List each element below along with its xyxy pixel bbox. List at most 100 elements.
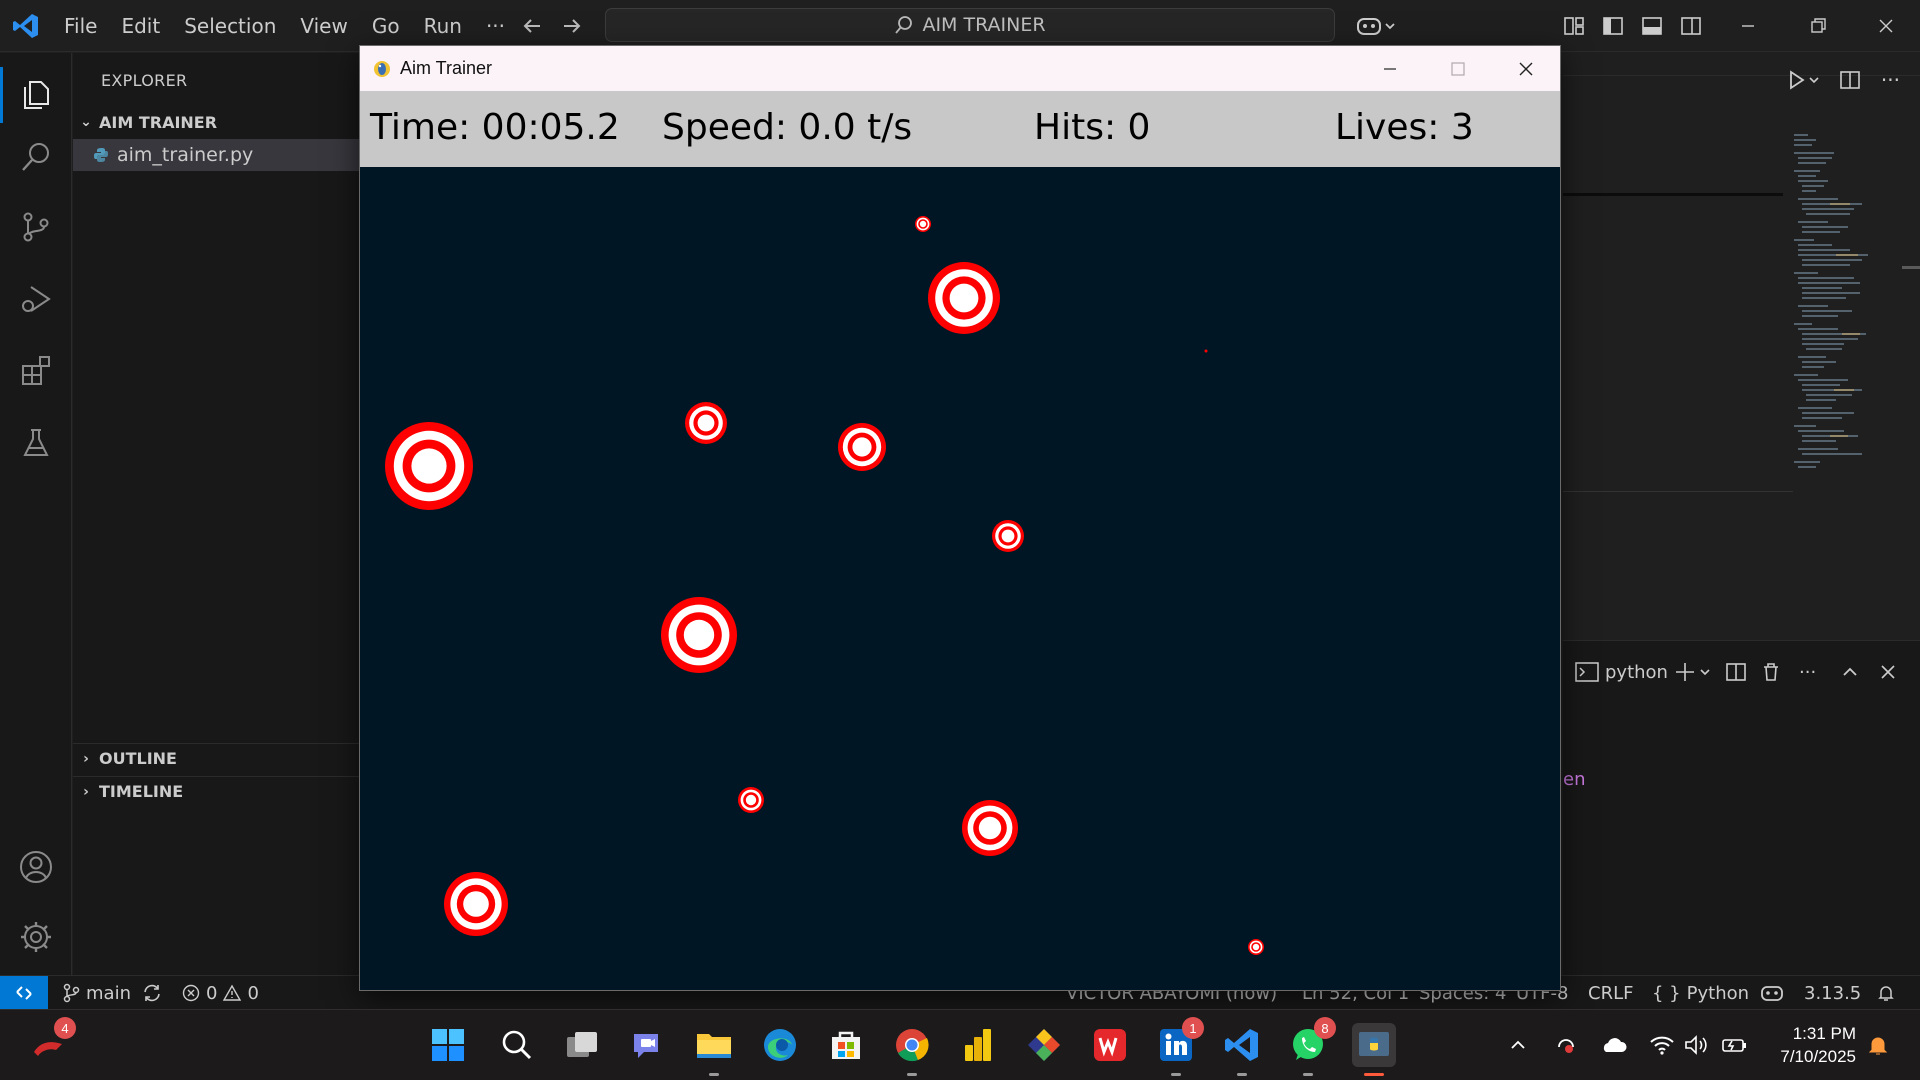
onedrive-cloud-icon[interactable]	[1592, 1023, 1636, 1067]
terminal-tab[interactable]: python	[1575, 657, 1668, 687]
target[interactable]	[838, 423, 886, 471]
task-view-icon[interactable]	[561, 1023, 605, 1067]
target[interactable]	[685, 402, 727, 444]
run-debug-icon[interactable]	[16, 279, 56, 319]
language-name: Python	[1686, 982, 1750, 1004]
edge-browser-icon[interactable]	[758, 1023, 802, 1067]
timeline-section[interactable]: › TIMELINE	[73, 776, 360, 806]
search-view-icon[interactable]	[16, 137, 56, 177]
git-tool-icon[interactable]	[1022, 1023, 1066, 1067]
target[interactable]	[928, 262, 1000, 334]
customize-layout-icon[interactable]	[1562, 14, 1586, 38]
toggle-secondary-sidebar-icon[interactable]	[1679, 14, 1703, 38]
minimap[interactable]	[1790, 130, 1900, 500]
teams-chat-icon[interactable]	[626, 1023, 670, 1067]
forward-arrow-icon[interactable]	[560, 14, 584, 38]
running-indicator	[1237, 1073, 1247, 1076]
target[interactable]	[962, 800, 1018, 856]
trash-icon[interactable]	[1760, 657, 1782, 687]
file-item-aim-trainer[interactable]: aim_trainer.py	[73, 139, 360, 171]
target[interactable]	[385, 422, 473, 510]
warning-icon	[223, 984, 242, 1001]
menu-view[interactable]: View	[288, 14, 359, 38]
search-icon	[895, 16, 913, 34]
game-window-titlebar[interactable]: Aim Trainer	[360, 46, 1560, 91]
branch-indicator[interactable]: main	[62, 976, 163, 1010]
settings-gear-icon[interactable]	[16, 917, 56, 957]
maximize-panel-icon[interactable]	[1839, 657, 1861, 687]
activity-bar	[0, 53, 72, 975]
targets-canvas[interactable]	[360, 167, 1560, 990]
toggle-panel-icon[interactable]	[1640, 14, 1664, 38]
power-bi-icon[interactable]	[956, 1023, 1000, 1067]
python-app-icon[interactable]	[1352, 1023, 1396, 1076]
microsoft-store-icon[interactable]	[824, 1023, 868, 1067]
editor-more-actions[interactable]: ···	[1881, 68, 1900, 92]
remote-indicator[interactable]	[0, 976, 48, 1010]
menu-go[interactable]: Go	[360, 14, 412, 38]
problems-indicator[interactable]: 0 0	[182, 976, 259, 1010]
explorer-icon[interactable]	[16, 75, 56, 115]
folder-header[interactable]: ⌄ AIM TRAINER	[73, 107, 360, 137]
file-explorer-icon[interactable]	[692, 1023, 736, 1076]
game-play-area[interactable]	[360, 167, 1560, 990]
system-clock[interactable]: 1:31 PM 7/10/2025	[1780, 1022, 1856, 1068]
vscode-logo-icon	[12, 12, 40, 40]
start-button-icon[interactable]	[426, 1023, 470, 1067]
sync-icon[interactable]	[141, 982, 163, 1004]
vscode-taskbar-icon[interactable]	[1220, 1023, 1264, 1076]
split-terminal-icon[interactable]	[1725, 657, 1747, 687]
menu-run[interactable]: Run	[412, 14, 474, 38]
new-terminal-button[interactable]	[1675, 657, 1715, 687]
whatsapp-badge: 8	[1314, 1017, 1336, 1039]
split-editor-icon[interactable]	[1838, 68, 1862, 92]
minimize-icon[interactable]	[1736, 14, 1760, 38]
menu-more[interactable]: ···	[474, 14, 517, 38]
outline-label: OUTLINE	[99, 749, 177, 768]
source-control-icon[interactable]	[16, 207, 56, 247]
widgets-app-icon[interactable]: 4	[26, 1017, 76, 1067]
end-of-line[interactable]: CRLF	[1588, 976, 1633, 1010]
target[interactable]	[444, 872, 508, 936]
command-center-search[interactable]: AIM TRAINER	[605, 8, 1335, 42]
game-close-icon[interactable]	[1492, 46, 1560, 91]
testing-flask-icon[interactable]	[16, 423, 56, 463]
run-file-icon[interactable]	[1786, 68, 1822, 92]
target[interactable]	[661, 597, 737, 673]
wps-office-icon[interactable]	[1088, 1023, 1132, 1067]
aim-trainer-window: Aim Trainer Time: 00:05.2 Speed: 0.0 t/s…	[359, 45, 1561, 991]
language-mode[interactable]: { } Python	[1652, 976, 1749, 1010]
battery-icon[interactable]	[1712, 1023, 1756, 1067]
close-panel-icon[interactable]	[1877, 657, 1899, 687]
menu-file[interactable]: File	[52, 14, 109, 38]
toggle-primary-sidebar-icon[interactable]	[1601, 14, 1625, 38]
whatsapp-icon[interactable]: 8	[1286, 1017, 1336, 1076]
chrome-browser-icon[interactable]	[890, 1023, 934, 1076]
taskbar-search-icon[interactable]	[495, 1023, 539, 1067]
target[interactable]	[992, 520, 1024, 552]
outline-section[interactable]: › OUTLINE	[73, 743, 360, 773]
notification-bell-icon[interactable]	[1856, 1023, 1900, 1067]
copilot-icon[interactable]	[1356, 14, 1396, 38]
game-minimize-icon[interactable]	[1356, 46, 1424, 91]
python-version[interactable]: 3.13.5	[1804, 976, 1861, 1010]
game-maximize-icon[interactable]	[1424, 46, 1492, 91]
scrollbar-thumb[interactable]	[1902, 266, 1920, 269]
extensions-icon[interactable]	[16, 351, 56, 391]
menu-edit[interactable]: Edit	[109, 14, 172, 38]
accounts-icon[interactable]	[16, 847, 56, 887]
warning-count: 0	[247, 982, 259, 1004]
close-icon[interactable]	[1874, 14, 1898, 38]
copilot-status-icon[interactable]	[1760, 976, 1784, 1010]
notifications-bell-icon[interactable]	[1876, 976, 1896, 1010]
linkedin-icon[interactable]: 1	[1154, 1017, 1204, 1076]
target[interactable]	[1248, 939, 1264, 955]
target[interactable]	[915, 216, 931, 232]
target[interactable]	[738, 787, 764, 813]
panel-more-actions[interactable]: ···	[1799, 657, 1816, 687]
restore-icon[interactable]	[1806, 14, 1830, 38]
back-arrow-icon[interactable]	[520, 14, 544, 38]
menu-selection[interactable]: Selection	[172, 14, 288, 38]
tray-app-icon[interactable]	[1544, 1023, 1588, 1067]
show-hidden-icons-chevron-icon[interactable]	[1496, 1023, 1540, 1067]
